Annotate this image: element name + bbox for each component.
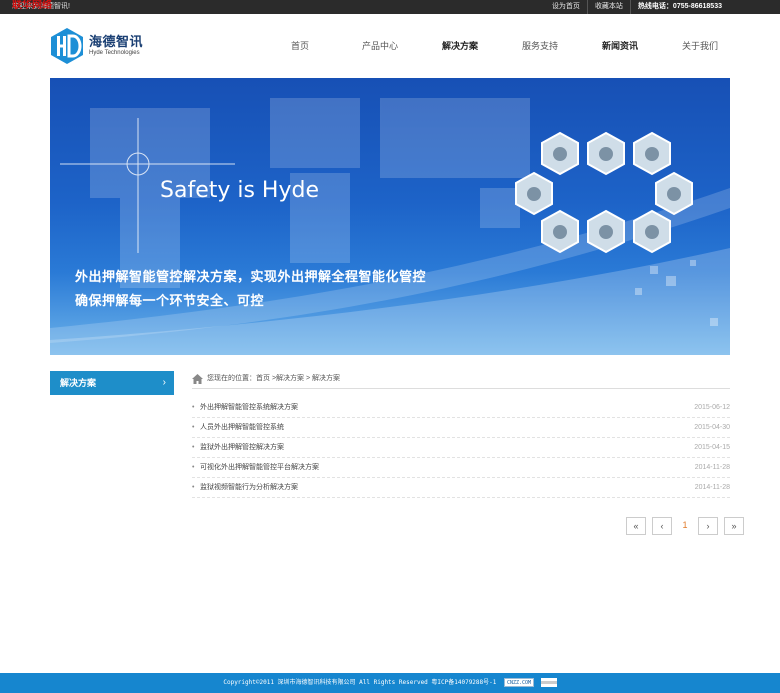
list-item[interactable]: • 监狱外出押解管控解决方案 2015-04-15 [192, 438, 730, 458]
logo[interactable]: 海德智讯 Hyde Technologies [50, 27, 160, 67]
list-item-title[interactable]: 可视化外出押解智能管控平台解决方案 [200, 458, 319, 478]
nav-products[interactable]: 产品中心 [340, 14, 420, 78]
home-icon[interactable] [192, 374, 203, 384]
list-item-date: 2015-04-30 [694, 424, 730, 431]
bookmark-link[interactable]: 收藏本站 [586, 0, 630, 14]
overlay-watermark-text: 联华网络 [12, 0, 52, 11]
chevron-right-icon: › [162, 377, 166, 388]
bullet-icon: • [192, 404, 195, 411]
list-item-title[interactable]: 外出押解智能管控系统解决方案 [200, 398, 298, 418]
last-page-button[interactable]: » [724, 517, 744, 535]
bullet-icon: • [192, 484, 195, 491]
list-item[interactable]: • 外出押解智能管控系统解决方案 2015-06-12 [192, 398, 730, 418]
list-item-date: 2014-11-28 [694, 464, 730, 471]
list-item-date: 2015-06-12 [694, 404, 730, 411]
banner-headline-1: 外出押解智能管控解决方案，实现外出押解全程智能化管控 [75, 269, 427, 284]
logo-name-en: Hyde Technologies [89, 50, 140, 56]
nav-about[interactable]: 关于我们 [660, 14, 740, 78]
nav-news[interactable]: 新闻资讯 [580, 14, 660, 78]
list-item-title[interactable]: 监狱视频智能行为分析解决方案 [200, 478, 298, 498]
cnzz-stat-badge[interactable]: CNZZ.COM [504, 678, 534, 687]
current-page-number[interactable]: 1 [678, 517, 692, 535]
banner-headline-2: 确保押解每一个环节安全、可控 [75, 293, 265, 308]
list-item-title[interactable]: 人员外出押解智能管控系统 [200, 418, 284, 438]
header: 海德智讯 Hyde Technologies 首页 产品中心 解决方案 服务支持… [0, 14, 780, 78]
nav-service[interactable]: 服务支持 [500, 14, 580, 78]
nav-solutions[interactable]: 解决方案 [420, 14, 500, 78]
logo-name-cn: 海德智讯 [89, 34, 144, 49]
list-item[interactable]: • 人员外出押解智能管控系统 2015-04-30 [192, 418, 730, 438]
list-item-date: 2015-04-15 [694, 444, 730, 451]
top-bar: 欢迎来到海德智讯! 联华网络 设为首页 收藏本站 热线电话：0755-86618… [0, 0, 780, 14]
bullet-icon: • [192, 464, 195, 471]
set-homepage-link[interactable]: 设为首页 [545, 0, 587, 14]
banner-artwork [50, 98, 730, 355]
top-links: 设为首页 收藏本站 热线电话：0755-86618533 [545, 0, 729, 14]
footer: Copyright©2011 深圳市海德智讯科技有限公司 All Rights … [0, 673, 780, 693]
pagination: « ‹ 1 › » [626, 517, 744, 535]
breadcrumb: 您现在的位置：首页 >解决方案 > 解决方案 [192, 371, 730, 389]
list-item-date: 2014-11-28 [694, 484, 730, 491]
solution-list: • 外出押解智能管控系统解决方案 2015-06-12 • 人员外出押解智能管控… [192, 398, 730, 498]
list-item-title[interactable]: 监狱外出押解管控解决方案 [200, 438, 284, 458]
flag-icon [540, 678, 557, 687]
bullet-icon: • [192, 444, 195, 451]
list-item[interactable]: • 可视化外出押解智能管控平台解决方案 2014-11-28 [192, 458, 730, 478]
copyright-text: Copyright©2011 深圳市海德智讯科技有限公司 All Rights … [223, 679, 497, 686]
hd-logo-icon [51, 28, 83, 64]
page: 欢迎来到海德智讯! 联华网络 设为首页 收藏本站 热线电话：0755-86618… [0, 0, 780, 693]
hotline-phone: 热线电话：0755-86618533 [629, 0, 729, 14]
main-nav: 首页 产品中心 解决方案 服务支持 新闻资讯 关于我们 [260, 14, 740, 78]
list-item[interactable]: • 监狱视频智能行为分析解决方案 2014-11-28 [192, 478, 730, 498]
banner-slogan: Safety is Hyde [160, 178, 319, 203]
breadcrumb-text[interactable]: 您现在的位置：首页 >解决方案 > 解决方案 [207, 371, 340, 387]
next-page-button[interactable]: › [698, 517, 718, 535]
first-page-button[interactable]: « [626, 517, 646, 535]
prev-page-button[interactable]: ‹ [652, 517, 672, 535]
nav-home[interactable]: 首页 [260, 14, 340, 78]
sidebar-item-label: 解决方案 [60, 378, 97, 388]
hero-banner[interactable]: Safety is Hyde 外出押解智能管控解决方案，实现外出押解全程智能化管… [50, 78, 730, 355]
bullet-icon: • [192, 424, 195, 431]
sidebar-item-solutions[interactable]: 解决方案 › [50, 371, 174, 395]
